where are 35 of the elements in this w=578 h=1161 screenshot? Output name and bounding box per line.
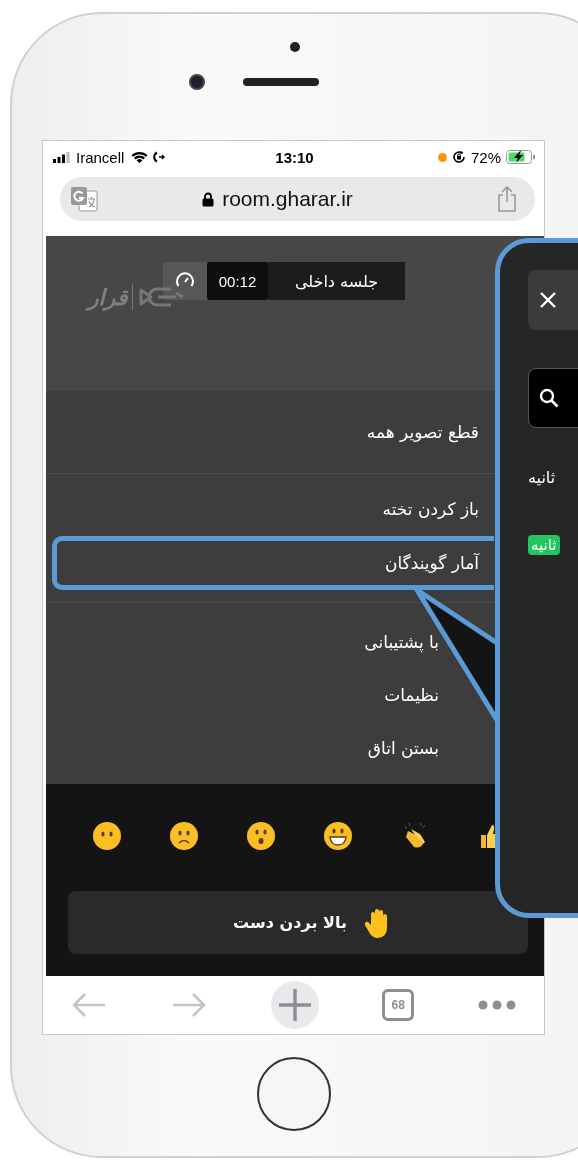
carrier-name: Irancell (76, 148, 125, 166)
camera-lens (189, 74, 205, 90)
duration-text: ثانیه (528, 468, 556, 487)
search-button[interactable] (528, 368, 578, 428)
raise-hand-button[interactable]: بالا بردن دست (68, 891, 528, 954)
battery-percent: 72% (470, 148, 501, 166)
menu-item[interactable]: بستن اتاق (46, 721, 494, 774)
signal-icon (53, 151, 71, 163)
grinning-face-icon[interactable] (323, 821, 353, 851)
menu-item[interactable]: باز کردن تخته (46, 482, 494, 536)
sad-face-icon[interactable] (169, 821, 199, 851)
privacy-dot (437, 152, 447, 162)
search-icon (539, 388, 559, 408)
menu-item[interactable]: آمار گویندگان (46, 536, 494, 590)
close-icon (539, 291, 557, 309)
call-forward-icon (153, 151, 166, 163)
surprised-face-icon[interactable] (246, 821, 276, 851)
neutral-face-icon[interactable] (92, 821, 122, 851)
menu-item[interactable]: قطع تصویر همه (46, 405, 494, 459)
battery-charging-icon (506, 150, 536, 164)
session-title: جلسه داخلی (268, 262, 405, 300)
new-tab-icon[interactable] (270, 981, 319, 1029)
lock-icon (202, 191, 215, 207)
wifi-icon (131, 151, 149, 163)
more-icon[interactable] (478, 1000, 516, 1010)
rotation-lock-icon (451, 150, 466, 164)
address-bar[interactable]: room.gharar.ir (60, 177, 535, 221)
close-button[interactable] (528, 270, 578, 330)
clock-time: 13:10 (275, 148, 314, 166)
session-timer: 00:12 (207, 262, 268, 300)
speed-button[interactable] (163, 262, 207, 300)
duration-badge: ثانیه (528, 535, 560, 555)
url-text: room.gharar.ir (222, 187, 353, 211)
sensor-dot (290, 42, 300, 52)
translate-icon[interactable] (70, 186, 98, 212)
